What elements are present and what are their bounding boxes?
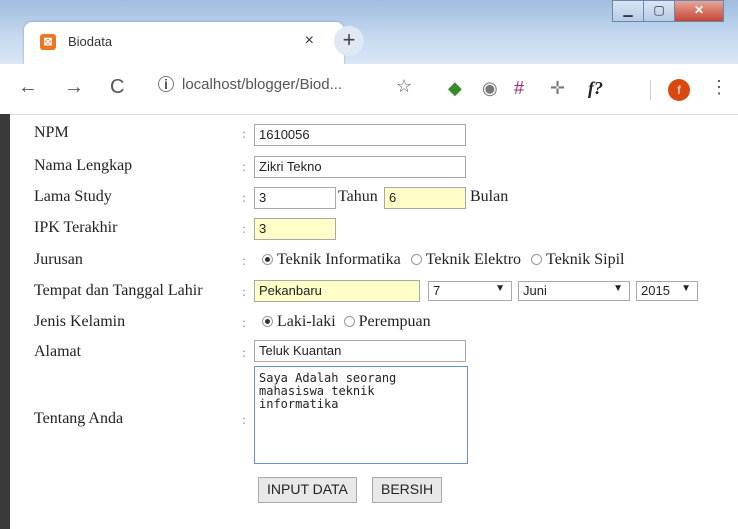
label-lama-study: Lama Study xyxy=(34,188,112,205)
toolbar-divider xyxy=(650,80,651,100)
colon: : xyxy=(242,346,246,361)
colon: : xyxy=(242,285,246,300)
colon: : xyxy=(242,127,246,142)
jurusan-option-informatika[interactable]: Teknik Informatika xyxy=(262,251,401,268)
globe-icon[interactable]: ◆ xyxy=(448,78,462,99)
radio-icon[interactable] xyxy=(343,316,355,327)
ipk-input[interactable]: 3 xyxy=(254,218,336,240)
function-icon[interactable]: f? xyxy=(588,78,603,99)
close-tab-icon[interactable]: × xyxy=(305,32,314,50)
address-bar[interactable]: i localhost/blogger/Biod... xyxy=(158,76,342,93)
jurusan-group: Teknik Informatika Teknik Elektro Teknik… xyxy=(262,251,624,269)
tab-title: Biodata xyxy=(68,34,113,49)
tahun-select[interactable]: 2015 ▼ xyxy=(636,281,698,301)
bulan-unit: Bulan xyxy=(470,188,509,205)
shield-icon[interactable]: ◉ xyxy=(482,78,498,99)
hash-icon[interactable]: # xyxy=(514,78,524,99)
bulan-select[interactable]: Juni ▼ xyxy=(518,281,630,301)
label-alamat: Alamat xyxy=(34,343,82,360)
url-text: localhost/blogger/Biod... xyxy=(182,76,343,93)
back-icon[interactable]: ← xyxy=(18,76,38,99)
colon: : xyxy=(242,413,246,428)
tahun-unit: Tahun xyxy=(338,188,378,205)
window-controls: ▁ ▢ ✕ xyxy=(612,0,724,22)
page-left-edge xyxy=(0,114,10,529)
forward-icon[interactable]: → xyxy=(64,76,84,99)
browser-toolbar: ← → C i localhost/blogger/Biod... ☆ ◆ ◉ #… xyxy=(0,64,738,115)
colon: : xyxy=(242,254,246,269)
label-tentang: Tentang Anda xyxy=(34,410,124,427)
jk-group: Laki-laki Perempuan xyxy=(262,313,431,331)
info-icon[interactable]: i xyxy=(158,76,174,92)
bulan-input[interactable]: 6 xyxy=(384,187,466,209)
label-npm: NPM xyxy=(34,124,69,141)
minimize-icon[interactable]: ▁ xyxy=(612,0,644,22)
label-jurusan: Jurusan xyxy=(34,251,83,268)
tahun-input[interactable]: 3 xyxy=(254,187,336,209)
radio-icon[interactable] xyxy=(531,254,543,265)
reload-icon[interactable]: C xyxy=(110,76,124,99)
radio-icon[interactable] xyxy=(410,254,422,265)
label-jenis-kelamin: Jenis Kelamin xyxy=(34,313,126,330)
jk-option-laki[interactable]: Laki-laki xyxy=(262,313,336,330)
radio-icon[interactable] xyxy=(262,316,273,327)
colon: : xyxy=(242,160,246,175)
tanggal-select[interactable]: 7 ▼ xyxy=(428,281,512,301)
colon: : xyxy=(242,222,246,237)
npm-input[interactable]: 1610056 xyxy=(254,124,466,146)
alamat-input[interactable]: Teluk Kuantan xyxy=(254,340,466,362)
colon: : xyxy=(242,316,246,331)
move-icon[interactable]: ✛ xyxy=(550,78,565,99)
jurusan-option-elektro[interactable]: Teknik Elektro xyxy=(410,251,521,268)
new-tab-button[interactable]: + xyxy=(334,26,364,56)
title-bar: ⊠ Biodata × + ▁ ▢ ✕ xyxy=(0,0,738,66)
tempat-input[interactable]: Pekanbaru xyxy=(254,280,420,302)
label-ttl: Tempat dan Tanggal Lahir xyxy=(34,282,203,299)
browser-tab[interactable]: ⊠ Biodata × xyxy=(24,22,344,66)
maximize-icon[interactable]: ▢ xyxy=(643,0,675,22)
jk-option-perempuan[interactable]: Perempuan xyxy=(343,313,431,330)
colon: : xyxy=(242,191,246,206)
chevron-down-icon: ▼ xyxy=(613,283,623,294)
profile-avatar[interactable]: f xyxy=(668,79,690,101)
xampp-icon: ⊠ xyxy=(40,34,56,50)
tentang-textarea[interactable]: Saya Adalah seorang mahasiswa teknik inf… xyxy=(254,366,468,464)
chevron-down-icon: ▼ xyxy=(681,283,691,294)
label-nama: Nama Lengkap xyxy=(34,157,133,174)
jurusan-option-sipil[interactable]: Teknik Sipil xyxy=(531,251,624,268)
input-data-button[interactable]: INPUT DATA xyxy=(258,477,357,503)
radio-icon[interactable] xyxy=(262,254,273,265)
close-window-icon[interactable]: ✕ xyxy=(674,0,724,22)
bersih-button[interactable]: BERSIH xyxy=(372,477,443,503)
nama-input[interactable]: Zikri Tekno xyxy=(254,156,466,178)
menu-icon[interactable]: ⋮ xyxy=(710,77,728,98)
label-ipk: IPK Terakhir xyxy=(34,219,118,236)
bookmark-star-icon[interactable]: ☆ xyxy=(396,76,412,97)
chevron-down-icon: ▼ xyxy=(495,283,505,294)
